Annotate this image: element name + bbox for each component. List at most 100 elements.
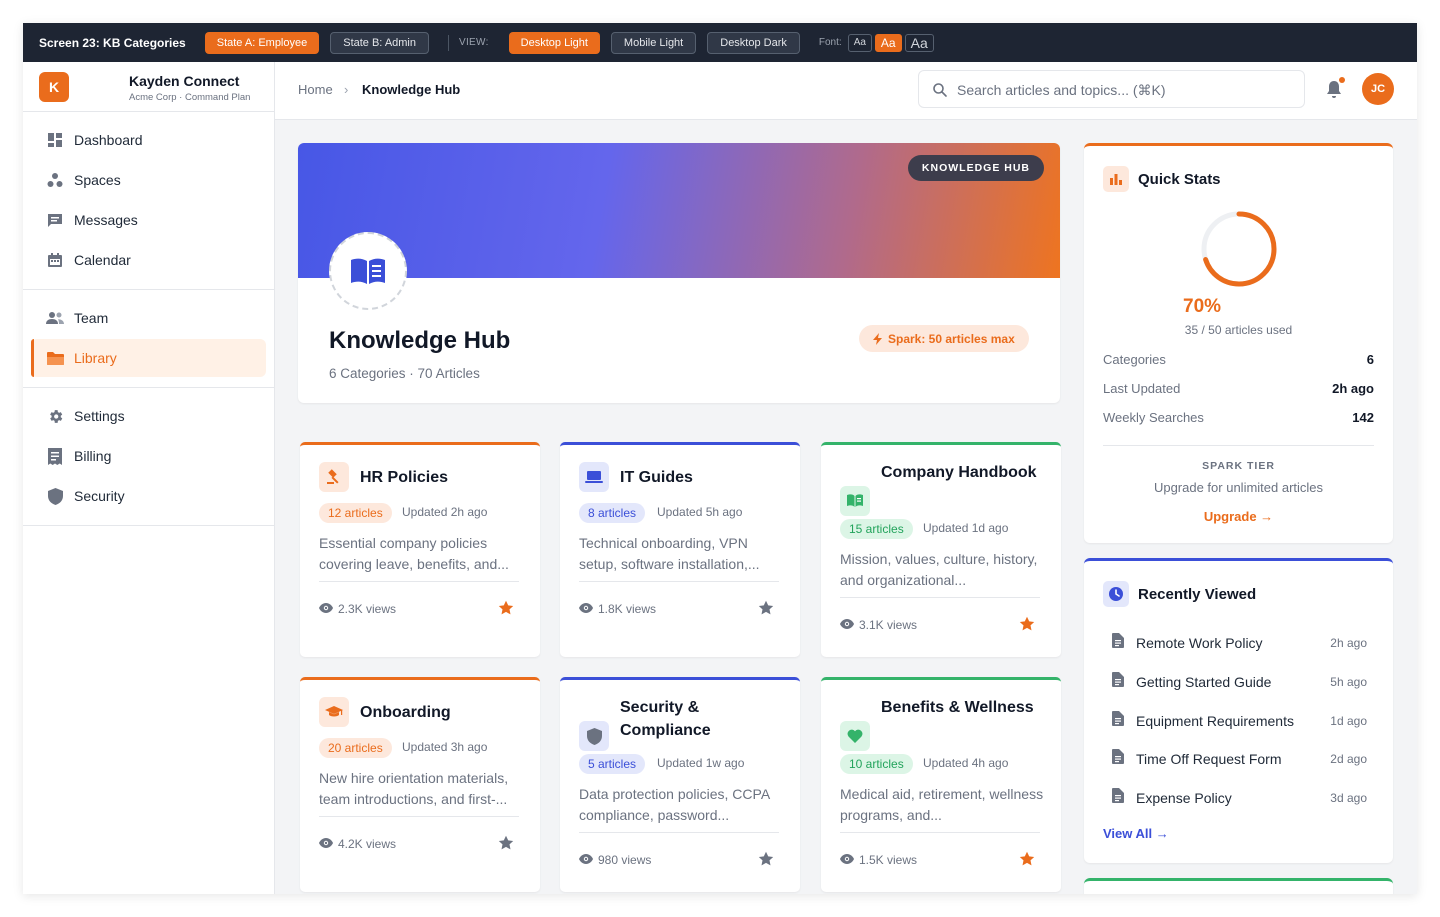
recent-article-item[interactable]: Getting Started Guide 5h ago xyxy=(1112,671,1367,693)
brand-header: K Kayden Connect Acme Corp · Command Pla… xyxy=(23,62,274,112)
sidebar-item-billing[interactable]: Billing xyxy=(31,437,266,475)
sidebar-item-label: Library xyxy=(74,350,117,366)
recent-article-time: 5h ago xyxy=(1330,674,1367,689)
breadcrumb-home[interactable]: Home xyxy=(298,82,333,97)
recent-article-title: Remote Work Policy xyxy=(1136,635,1263,651)
sidebar-nav: Dashboard Spaces Messages Calendar Team Libra… xyxy=(23,112,274,526)
demo-toolbar: Screen 23: KB Categories State A: Employ… xyxy=(23,23,1417,62)
recent-article-item[interactable]: Equipment Requirements 1d ago xyxy=(1112,710,1367,732)
sidebar-item-dashboard[interactable]: Dashboard xyxy=(31,121,266,159)
search-input[interactable] xyxy=(957,79,1287,101)
stat-value: 6 xyxy=(1366,352,1374,367)
recently-viewed-panel: Recently Viewed Remote Work Policy 2h ago… xyxy=(1084,558,1393,863)
font-label: Font: xyxy=(818,37,842,48)
star-icon[interactable] xyxy=(1019,851,1035,867)
sidebar-item-settings[interactable]: Settings xyxy=(31,397,266,435)
tier-text: Upgrade for unlimited articles xyxy=(1153,480,1324,495)
card-divider xyxy=(319,816,519,817)
font-small-button[interactable]: Aa xyxy=(847,33,872,52)
article-count-badge: 12 articles xyxy=(319,503,392,523)
card-divider xyxy=(319,581,519,582)
category-description: Medical aid, retirement, wellness progra… xyxy=(840,786,1044,823)
star-icon[interactable] xyxy=(758,600,774,616)
document-icon xyxy=(1112,710,1124,731)
stat-value: 142 xyxy=(1352,410,1374,425)
search-box[interactable] xyxy=(918,70,1305,108)
star-icon[interactable] xyxy=(758,851,774,867)
nav-group: Settings Billing Security xyxy=(23,388,274,526)
sidebar-item-label: Settings xyxy=(74,408,125,424)
category-card[interactable]: Security & Compliance 5 articles Updated 1… xyxy=(560,677,800,892)
nav-group: Team Library xyxy=(23,290,274,388)
stat-label: Last Updated xyxy=(1103,381,1181,396)
upgrade-link[interactable]: Upgrade → xyxy=(1084,509,1393,524)
view-all-link[interactable]: View All → xyxy=(1103,826,1169,841)
sidebar-item-label: Calendar xyxy=(74,252,131,268)
view-count-text: 1.8K views xyxy=(598,602,657,616)
font-medium-button[interactable]: Aa xyxy=(874,33,902,52)
article-count-badge: 8 articles xyxy=(579,503,646,523)
sidebar-item-messages[interactable]: Messages xyxy=(31,201,266,239)
category-card[interactable]: Onboarding 20 articles Updated 3h ago New h… xyxy=(300,677,540,892)
updated-time: Updated 4h ago xyxy=(923,756,1009,770)
view-desktop-light-button[interactable]: Desktop Light xyxy=(508,31,600,54)
sidebar-item-label: Spaces xyxy=(74,172,121,188)
view-desktop-dark-button[interactable]: Desktop Dark xyxy=(707,31,800,54)
category-card[interactable]: IT Guides 8 articles Updated 5h ago Technic… xyxy=(560,442,800,657)
category-card[interactable]: Company Handbook 15 articles Updated 1d ag… xyxy=(821,442,1061,657)
category-description: Data protection policies, CCPA complianc… xyxy=(579,786,770,823)
clock-icon xyxy=(1103,581,1129,607)
star-icon[interactable] xyxy=(498,835,514,851)
laptop-icon xyxy=(579,462,609,492)
quick-stats-title: Quick Stats xyxy=(1138,171,1221,188)
category-card[interactable]: Benefits & Wellness 10 articles Updated 4h… xyxy=(821,677,1061,892)
star-icon[interactable] xyxy=(498,600,514,616)
sidebar-item-label: Dashboard xyxy=(74,132,143,148)
stat-row: Weekly Searches 142 xyxy=(1103,410,1374,425)
view-count: 980 views xyxy=(579,853,651,867)
folder-icon xyxy=(46,349,64,367)
category-title: IT Guides xyxy=(620,469,693,486)
hero-card: KNOWLEDGE HUB Knowledge Hub 6 Categories… xyxy=(298,143,1060,403)
view-count-text: 4.2K views xyxy=(338,837,397,851)
brand-logo[interactable]: K xyxy=(39,72,69,102)
star-icon[interactable] xyxy=(1019,616,1035,632)
updated-time: Updated 5h ago xyxy=(657,505,743,519)
recent-article-time: 1d ago xyxy=(1330,713,1367,728)
recent-article-item[interactable]: Time Off Request Form 2d ago xyxy=(1112,748,1367,770)
view-count: 4.2K views xyxy=(319,837,396,851)
view-mobile-light-button[interactable]: Mobile Light xyxy=(610,31,697,54)
font-large-button[interactable]: Aa xyxy=(904,33,934,52)
sidebar-item-calendar[interactable]: Calendar xyxy=(31,241,266,279)
sidebar-item-label: Team xyxy=(74,310,109,326)
eye-icon xyxy=(319,602,338,616)
search-icon xyxy=(933,83,947,97)
document-icon xyxy=(1112,788,1124,808)
category-card[interactable]: HR Policies 12 articles Updated 2h ago Esse… xyxy=(300,442,540,657)
avatar[interactable]: JC xyxy=(1362,73,1394,105)
bar-chart-icon xyxy=(1103,166,1129,192)
usage-ring xyxy=(1201,211,1277,287)
recent-article-title: Time Off Request Form xyxy=(1136,751,1282,768)
sidebar: K Kayden Connect Acme Corp · Command Pla… xyxy=(23,62,275,894)
state-employee-button[interactable]: State A: Employee xyxy=(204,31,320,54)
sidebar-item-security[interactable]: Security xyxy=(31,477,266,515)
recent-article-time: 2h ago xyxy=(1330,636,1367,650)
stats-divider xyxy=(1103,445,1374,446)
messages-icon xyxy=(46,211,64,229)
document-icon xyxy=(1112,633,1124,653)
nav-group: Dashboard Spaces Messages Calendar xyxy=(23,112,274,290)
eye-icon xyxy=(319,837,338,851)
sidebar-item-team[interactable]: Team xyxy=(31,299,266,337)
recent-article-item[interactable]: Remote Work Policy 2h ago xyxy=(1112,632,1367,654)
gear-icon xyxy=(46,407,64,425)
stat-label: Weekly Searches xyxy=(1103,410,1204,425)
breadcrumb-separator: › xyxy=(344,82,349,97)
recent-article-item[interactable]: Expense Policy 3d ago xyxy=(1112,787,1367,809)
state-admin-button[interactable]: State B: Admin xyxy=(330,31,429,54)
recent-article-title: Getting Started Guide xyxy=(1136,673,1272,690)
screen-title: Screen 23: KB Categories xyxy=(39,35,186,50)
sidebar-item-spaces[interactable]: Spaces xyxy=(31,161,266,199)
view-count: 1.5K views xyxy=(840,853,917,867)
sidebar-item-library[interactable]: Library xyxy=(31,339,266,377)
